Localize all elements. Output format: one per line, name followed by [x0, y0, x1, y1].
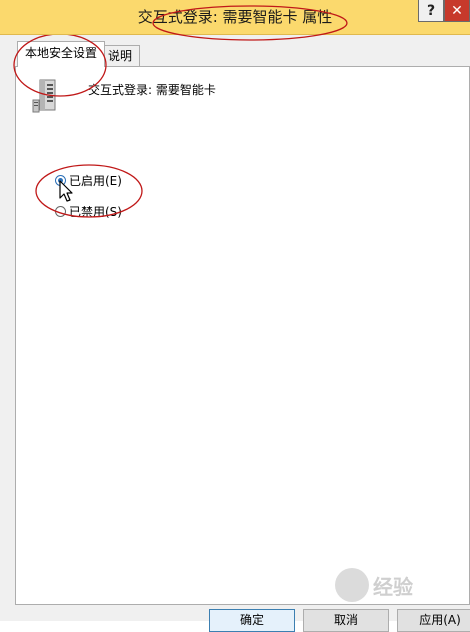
disabled-radio[interactable]: 已禁用(S): [55, 203, 122, 220]
disabled-label: 已禁用(S): [69, 205, 122, 219]
tab-explain[interactable]: 说明: [100, 45, 141, 67]
policy-name: 交互式登录: 需要智能卡: [88, 83, 216, 97]
enabled-label: 已启用(E): [69, 174, 122, 188]
settings-panel: 交互式登录: 需要智能卡 已启用(E) 已禁用(S): [15, 66, 470, 605]
server-icon: [32, 79, 56, 113]
dialog-body: 本地安全设置 说明 交互式登录: 需要智能卡 已启用(E) 已禁用(S) 确定: [0, 35, 470, 632]
title-bar[interactable]: 交互式登录: 需要智能卡 属性 ? ✕: [0, 0, 470, 35]
tab-local-security-setting[interactable]: 本地安全设置: [17, 41, 106, 67]
mouse-cursor-icon: [59, 180, 73, 202]
close-button[interactable]: ✕: [444, 0, 470, 22]
disabled-radio-button[interactable]: [55, 206, 66, 217]
help-button[interactable]: ?: [418, 0, 444, 22]
window-title: 交互式登录: 需要智能卡 属性: [137, 8, 333, 26]
